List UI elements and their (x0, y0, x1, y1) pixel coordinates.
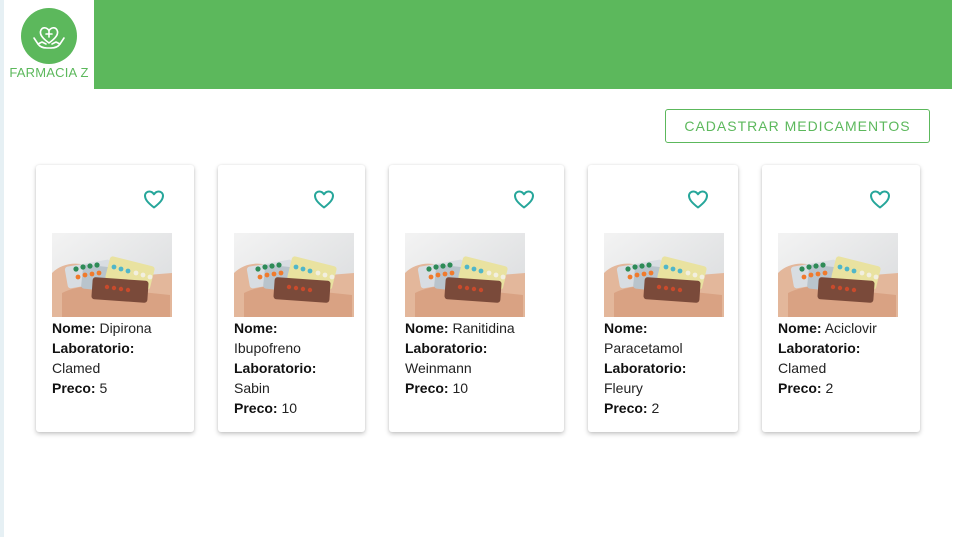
laboratorio-label: Laboratorio: (604, 360, 687, 376)
laboratorio-value: Clamed (52, 360, 101, 376)
preco-label: Preco: (405, 380, 449, 396)
preco-value: 10 (452, 380, 469, 396)
laboratorio-value: Weinmann (405, 360, 472, 376)
heart-outline-icon[interactable] (686, 187, 710, 211)
heart-outline-icon[interactable] (868, 187, 892, 211)
medicamento-card: Nome: Dipirona Laboratorio: Clamed Preco… (36, 165, 194, 432)
laboratorio-value: Sabin (234, 380, 270, 396)
preco-value: 10 (281, 400, 298, 416)
laboratorio-value: Clamed (778, 360, 827, 376)
medicamento-info: Nome: Dipirona Laboratorio: Clamed Preco… (52, 318, 182, 398)
preco-value: 2 (651, 400, 660, 416)
nome-label: Nome: (604, 320, 648, 336)
nome-value: Dipirona (99, 320, 152, 336)
laboratorio-value: Fleury (604, 380, 643, 396)
medicamento-image (405, 233, 525, 317)
preco-label: Preco: (52, 380, 96, 396)
nome-value: Ranitidina (452, 320, 515, 336)
laboratorio-label: Laboratorio: (234, 360, 317, 376)
nome-value: Ibupofreno (234, 340, 301, 356)
nome-label: Nome: (778, 320, 822, 336)
preco-label: Preco: (778, 380, 822, 396)
logo-icon (21, 8, 77, 64)
preco-value: 2 (825, 380, 834, 396)
window-frame-right (952, 0, 968, 537)
medicamento-info: Nome: Ibupofreno Laboratorio: Sabin Prec… (234, 318, 354, 418)
medicamento-image (52, 233, 172, 317)
medicamento-image (234, 233, 354, 317)
nome-label: Nome: (52, 320, 96, 336)
nome-value: Aciclovir (824, 320, 877, 336)
heart-outline-icon[interactable] (512, 187, 536, 211)
brand-logo[interactable]: FARMACIA Z (4, 0, 94, 89)
nome-value: Paracetamol (604, 340, 683, 356)
preco-value: 5 (99, 380, 108, 396)
laboratorio-label: Laboratorio: (52, 340, 135, 356)
medicamento-info: Nome: Paracetamol Laboratorio: Fleury Pr… (604, 318, 729, 418)
medicamento-card: Nome: Ibupofreno Laboratorio: Sabin Prec… (218, 165, 365, 432)
cadastrar-medicamentos-button[interactable]: CADASTRAR MEDICAMENTOS (665, 109, 930, 143)
nome-label: Nome: (405, 320, 449, 336)
page: FARMACIA Z CADASTRAR MEDICAMENTOS Nome: … (4, 0, 952, 537)
heart-outline-icon[interactable] (312, 187, 336, 211)
medicamento-info: Nome: Aciclovir Laboratorio: Clamed Prec… (778, 318, 913, 398)
medicamento-image (604, 233, 724, 317)
brand-name: FARMACIA Z (9, 65, 89, 80)
preco-label: Preco: (604, 400, 648, 416)
medicamento-card: Nome: Paracetamol Laboratorio: Fleury Pr… (588, 165, 738, 432)
laboratorio-label: Laboratorio: (778, 340, 861, 356)
laboratorio-label: Laboratorio: (405, 340, 488, 356)
medicamento-card: Nome: Ranitidina Laboratorio: Weinmann P… (389, 165, 564, 432)
preco-label: Preco: (234, 400, 278, 416)
header-bar (94, 0, 952, 89)
nome-label: Nome: (234, 320, 278, 336)
medicamento-image (778, 233, 898, 317)
heart-outline-icon[interactable] (142, 187, 166, 211)
medicamento-info: Nome: Ranitidina Laboratorio: Weinmann P… (405, 318, 555, 398)
medicamento-card: Nome: Aciclovir Laboratorio: Clamed Prec… (762, 165, 920, 432)
